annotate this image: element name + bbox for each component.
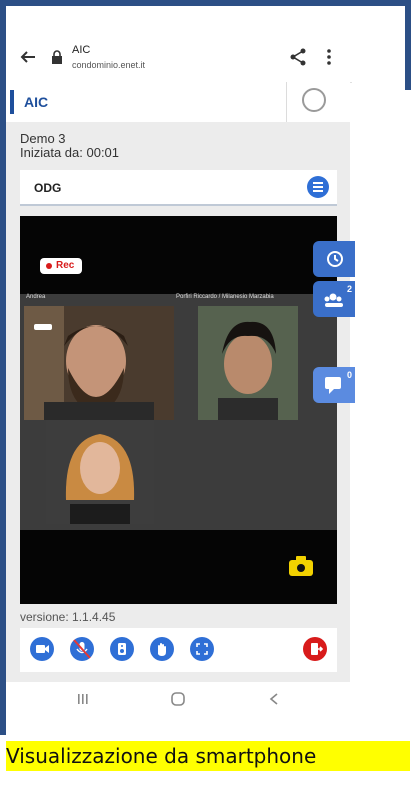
history-icon — [327, 251, 343, 267]
video-grid: Andrea Porfiri Riccardo / Milanesio Marz… — [20, 294, 337, 530]
rec-badge: Rec — [40, 258, 82, 274]
more-vert-icon[interactable] — [326, 48, 332, 66]
chat-button[interactable]: 0 — [313, 367, 355, 403]
lock-icon — [52, 50, 62, 64]
fullscreen-icon — [196, 643, 208, 655]
participant-name: Porfiri Riccardo / Milanesio Marzabia — [176, 294, 274, 300]
page-title[interactable]: AIC — [72, 44, 90, 56]
odg-panel[interactable]: ODG — [20, 170, 337, 206]
odg-label: ODG — [34, 181, 62, 195]
speaker-icon — [118, 643, 126, 655]
home-icon[interactable] — [170, 691, 186, 707]
version-label: versione: 1.1.4.45 — [20, 610, 116, 624]
fullscreen-button[interactable] — [190, 637, 214, 661]
device-frame: AIC condominio.enet.it AIC Demo 3 Inizia… — [0, 0, 411, 735]
menu-icon[interactable] — [307, 176, 329, 198]
meeting-name: Demo 3 — [20, 131, 66, 146]
share-icon[interactable] — [289, 48, 307, 66]
video-area: Rec Andrea Porfiri Riccardo / Milanesio … — [20, 216, 337, 604]
hand-icon — [158, 643, 166, 656]
chat-count: 0 — [346, 370, 352, 380]
call-toolbar — [20, 628, 337, 672]
meeting-started: Iniziata da: 00:01 — [20, 145, 120, 160]
participants-count: 2 — [346, 284, 352, 294]
exit-icon — [311, 643, 324, 655]
participants-button[interactable]: 2 — [313, 281, 355, 317]
browser-toolbar: AIC condominio.enet.it — [6, 36, 352, 83]
avatar-icon[interactable] — [302, 88, 326, 112]
app-title: AIC — [24, 94, 49, 110]
participant-video[interactable] — [24, 306, 174, 420]
participant-video[interactable] — [46, 420, 154, 524]
rec-badge-small — [34, 324, 52, 330]
speaker-button[interactable] — [110, 637, 134, 661]
frame-border — [0, 0, 411, 6]
participant-video[interactable] — [198, 306, 298, 420]
rec-dot-icon — [46, 263, 52, 269]
frame-border — [405, 0, 411, 90]
url-host[interactable]: condominio.enet.it — [72, 60, 145, 70]
participant-name: Andrea — [26, 294, 46, 300]
rec-label: Rec — [56, 260, 75, 271]
mic-button[interactable] — [70, 637, 94, 661]
recent-apps-icon[interactable] — [76, 692, 90, 706]
camera-button[interactable] — [30, 637, 54, 661]
meeting-content: Demo 3 Iniziata da: 00:01 ODG Rec Andrea… — [6, 122, 355, 682]
back-icon[interactable] — [268, 692, 280, 706]
android-nav-bar — [6, 682, 350, 718]
mic-off-icon — [73, 639, 91, 659]
header-accent — [10, 90, 14, 114]
video-camera-icon — [36, 645, 49, 653]
hangup-button[interactable] — [303, 637, 327, 661]
caption-label: Visualizzazione da smartphone — [6, 741, 410, 771]
camera-switch-icon[interactable] — [286, 554, 316, 580]
app-header: AIC — [6, 82, 350, 123]
history-button[interactable] — [313, 241, 355, 277]
raise-hand-button[interactable] — [150, 637, 174, 661]
back-arrow-icon[interactable] — [19, 48, 37, 66]
